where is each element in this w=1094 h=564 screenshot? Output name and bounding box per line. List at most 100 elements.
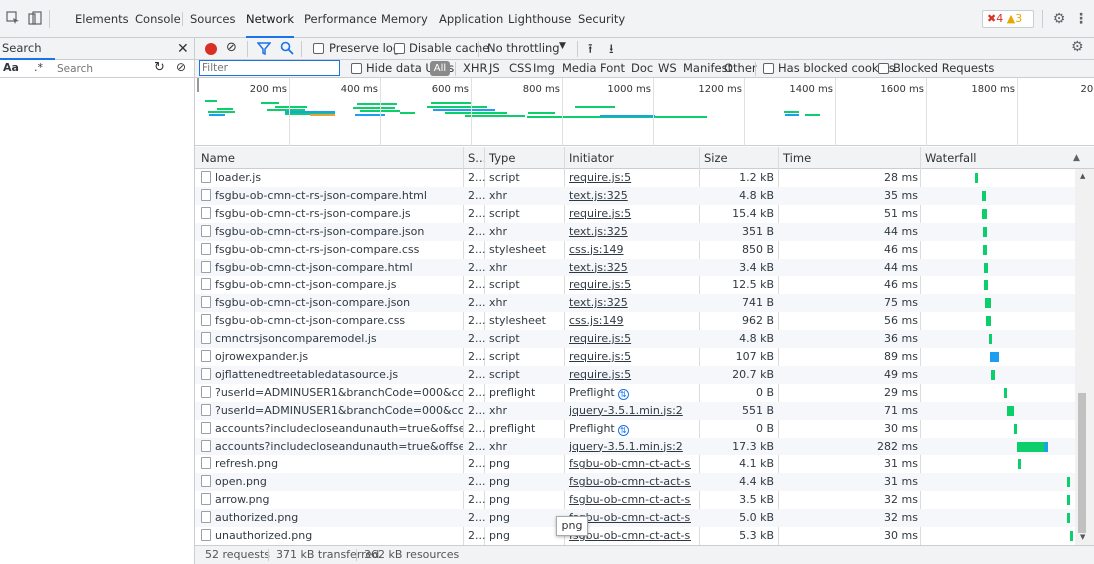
request-name[interactable]: cmnctrsjsoncomparemodel.js	[201, 330, 463, 348]
filter-type-other[interactable]: Other	[724, 61, 757, 75]
request-initiator[interactable]: css.js:149	[569, 312, 691, 330]
filter-type-js[interactable]: JS	[489, 61, 500, 75]
tab-network[interactable]: Network	[246, 0, 295, 38]
waterfall-bar[interactable]	[986, 316, 991, 327]
waterfall-bar[interactable]	[1014, 423, 1017, 434]
request-initiator[interactable]: css.js:149	[569, 241, 691, 259]
waterfall-bar[interactable]	[975, 173, 978, 183]
table-row[interactable]: fsgbu-ob-cmn-ct-json-compare.css 2... styl…	[195, 312, 1075, 330]
search-input[interactable]	[55, 60, 145, 77]
filter-icon[interactable]	[256, 41, 272, 58]
table-row[interactable]: authorized.png 2... png fsgbu-ob-cmn-ct-act…	[195, 509, 1075, 527]
filter-all-button[interactable]: All	[430, 61, 450, 76]
refresh-icon[interactable]: ↻	[154, 60, 165, 75]
waterfall-bar[interactable]	[1067, 513, 1070, 524]
waterfall-bar[interactable]	[984, 262, 988, 273]
sort-up-icon[interactable]: ▲	[1073, 147, 1083, 169]
request-name[interactable]: ojflattenedtreetabledatasource.js	[201, 366, 463, 384]
waterfall-bar[interactable]	[990, 352, 999, 362]
table-row[interactable]: refresh.png 2...png fsgbu-ob-cmn-ct-act-su…	[195, 455, 1075, 473]
table-row[interactable]: fsgbu-ob-cmn-ct-rs-json-compare.html 2...…	[195, 186, 1075, 205]
request-name[interactable]: fsgbu-ob-cmn-ct-rs-json-compare.html	[201, 187, 463, 205]
request-initiator[interactable]: text.js:325	[569, 187, 691, 205]
table-row[interactable]: open.png 2...png fsgbu-ob-cmn-ct-act-sum..…	[195, 473, 1075, 492]
waterfall-bar[interactable]	[985, 298, 991, 309]
tab-elements[interactable]: Elements	[75, 0, 129, 38]
request-initiator[interactable]: jquery-3.5.1.min.js:2	[569, 438, 691, 456]
table-row[interactable]: accounts?includecloseandunauth=true&offs…	[195, 420, 1075, 438]
request-name[interactable]: fsgbu-ob-cmn-ct-json-compare.css	[201, 312, 463, 330]
filter-type-xhr[interactable]: XHR	[463, 61, 488, 75]
search-icon[interactable]	[280, 41, 294, 58]
clear-icon[interactable]: ⊘	[226, 40, 237, 55]
filter-input[interactable]	[199, 60, 340, 76]
scroll-up-icon[interactable]: ▲	[1080, 172, 1085, 180]
preflight-icon[interactable]: ⇅	[617, 388, 629, 400]
request-initiator[interactable]: require.js:5	[569, 276, 691, 294]
waterfall-bar[interactable]	[991, 369, 995, 380]
request-name[interactable]: refresh.png	[201, 455, 463, 473]
download-har-icon[interactable]: ⭳	[609, 40, 614, 62]
table-row[interactable]: fsgbu-ob-cmn-ct-rs-json-compare.js 2... sc…	[195, 205, 1075, 223]
waterfall-bar[interactable]	[983, 244, 987, 255]
tab-console[interactable]: Console	[135, 0, 181, 38]
request-initiator[interactable]: require.js:5	[569, 348, 691, 366]
request-initiator[interactable]: require.js:5	[569, 366, 691, 384]
filter-type-css[interactable]: CSS	[509, 61, 532, 75]
request-name[interactable]: fsgbu-ob-cmn-ct-rs-json-compare.js	[201, 205, 463, 223]
tab-security[interactable]: Security	[578, 0, 625, 38]
request-name[interactable]: ?userId=ADMINUSER1&branchCode=000&ccaNam…	[201, 384, 463, 402]
table-row[interactable]: ojrowexpander.js 2... script require.js:5 10…	[195, 348, 1075, 366]
table-row[interactable]: fsgbu-ob-cmn-ct-rs-json-compare.json 2...…	[195, 222, 1075, 241]
waterfall-bar[interactable]	[1018, 459, 1021, 470]
clear-icon[interactable]: ⊘	[176, 60, 186, 74]
upload-har-icon[interactable]: ⭱	[588, 40, 593, 62]
request-name[interactable]: accounts?includecloseandunauth=true&offs…	[201, 420, 463, 438]
request-initiator[interactable]: text.js:325	[569, 259, 691, 277]
request-initiator[interactable]: require.js:5	[569, 205, 691, 223]
request-initiator[interactable]: text.js:325	[569, 294, 691, 312]
tab-memory[interactable]: Memory	[381, 0, 428, 38]
close-icon[interactable]: ✕	[177, 38, 191, 60]
issues-badge[interactable]: ✖4 ▲3	[982, 10, 1034, 28]
tab-sources[interactable]: Sources	[190, 0, 236, 38]
filter-type-ws[interactable]: WS	[658, 61, 677, 75]
table-row[interactable]: cmnctrsjsoncomparemodel.js 2... script requ…	[195, 330, 1075, 348]
waterfall-bar[interactable]	[1004, 387, 1007, 398]
request-initiator[interactable]: text.js:325	[569, 223, 691, 241]
request-name[interactable]: ?userId=ADMINUSER1&branchCode=000&ccaNam…	[201, 402, 463, 420]
table-row[interactable]: fsgbu-ob-cmn-ct-json-compare.js 2... scrip…	[195, 276, 1075, 294]
filter-type-img[interactable]: Img	[533, 61, 555, 75]
request-initiator[interactable]: require.js:5	[569, 330, 691, 348]
table-row[interactable]: fsgbu-ob-cmn-ct-json-compare.json 2... xhr…	[195, 294, 1075, 313]
request-initiator[interactable]: fsgbu-ob-cmn-ct-act-sum...	[569, 455, 691, 473]
device-toolbar-icon[interactable]	[27, 11, 43, 27]
request-name[interactable]: ojrowexpander.js	[201, 348, 463, 366]
network-settings-gear-icon[interactable]: ⚙	[1071, 39, 1084, 55]
preserve-log-checkbox[interactable]	[313, 43, 324, 54]
column-header-initiator[interactable]: Initiator	[569, 147, 614, 169]
match-case-toggle[interactable]: Aa	[3, 61, 19, 74]
table-row[interactable]: accounts?includecloseandunauth=true&offs…	[195, 437, 1075, 456]
tab-lighthouse[interactable]: Lighthouse	[508, 0, 571, 38]
table-row[interactable]: arrow.png 2...png fsgbu-ob-cmn-ct-act-sum.…	[195, 491, 1075, 509]
request-initiator[interactable]: fsgbu-ob-cmn-ct-act-sum...	[569, 473, 691, 491]
waterfall-bar[interactable]	[989, 334, 992, 345]
table-row[interactable]: unauthorized.png 2... png fsgbu-ob-cmn-ct-a…	[195, 527, 1075, 545]
network-overview-timeline[interactable]: 200 ms 400 ms 600 ms 800 ms 1000 ms 1200 ms 14…	[195, 78, 1094, 146]
waterfall-bar[interactable]	[982, 190, 986, 201]
request-name[interactable]: fsgbu-ob-cmn-ct-json-compare.js	[201, 276, 463, 294]
column-header-waterfall[interactable]: Waterfall	[925, 147, 976, 169]
waterfall-bar[interactable]	[982, 208, 987, 219]
request-name[interactable]: unauthorized.png	[201, 527, 463, 545]
table-row[interactable]: loader.js 2... script require.js:5 1.2 kB 28 …	[195, 169, 1075, 187]
scroll-down-icon[interactable]: ▼	[1080, 533, 1085, 541]
request-name[interactable]: arrow.png	[201, 491, 463, 509]
request-name[interactable]: fsgbu-ob-cmn-ct-rs-json-compare.json	[201, 223, 463, 241]
request-initiator[interactable]: jquery-3.5.1.min.js:2	[569, 402, 691, 420]
request-name[interactable]: authorized.png	[201, 509, 463, 527]
request-initiator[interactable]: fsgbu-ob-cmn-ct-act-sum...	[569, 491, 691, 509]
waterfall-bar[interactable]	[983, 226, 987, 237]
blocked-requests-checkbox[interactable]	[878, 63, 889, 74]
table-row[interactable]: ?userId=ADMINUSER1&branchCode=000&ccaNam…	[195, 384, 1075, 402]
